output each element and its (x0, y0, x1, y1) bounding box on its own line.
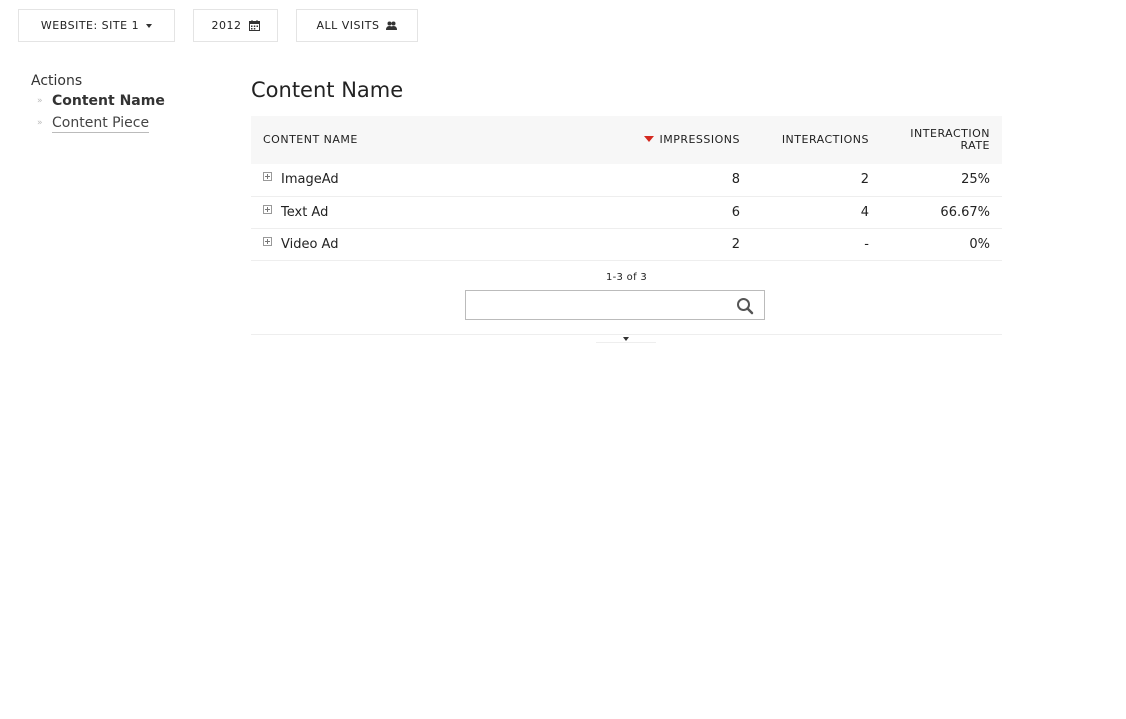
table-row[interactable]: Video Ad 2 - 0% (251, 228, 1002, 260)
column-header-impressions[interactable]: IMPRESSIONS (621, 116, 752, 164)
row-label-cell: ImageAd (251, 164, 621, 196)
column-header-content-name[interactable]: CONTENT NAME (251, 116, 621, 164)
chevron-down-icon (146, 23, 153, 28)
table-search (465, 290, 765, 320)
search-input[interactable] (466, 291, 726, 319)
impressions-cell: 2 (731, 236, 740, 252)
column-header-interactions[interactable]: INTERACTIONS (752, 116, 881, 164)
search-icon[interactable] (736, 297, 754, 315)
sidebar-item-content-piece[interactable]: » Content Piece (31, 112, 221, 134)
sidebar-title: Actions (31, 73, 83, 89)
chevron-right-icon: » (37, 96, 43, 106)
sort-desc-icon (644, 136, 655, 142)
table-row[interactable]: ImageAd 8 2 25% (251, 164, 1002, 196)
report-table-container: CONTENT NAME IMPRESSIONS INTERACTIONS IN… (251, 116, 1002, 261)
interactions-cell: 4 (860, 204, 869, 220)
column-header-interaction-rate[interactable]: INTERACTION RATE (881, 116, 1002, 164)
interaction-rate-cell: 66.67% (940, 204, 990, 220)
page-title: Content Name (251, 78, 404, 102)
column-header-label: IMPRESSIONS (659, 133, 740, 146)
sidebar-item-label: Content Name (52, 93, 165, 109)
sidebar-item-label: Content Piece (52, 115, 150, 133)
segment-selector-button[interactable]: ALL VISITS (296, 9, 418, 42)
date-selector-button[interactable]: 2012 (193, 9, 278, 42)
segment-selector-label: ALL VISITS (316, 19, 380, 32)
row-label: Video Ad (281, 236, 339, 252)
calendar-icon (248, 20, 260, 31)
sidebar: Actions » Content Name » Content Piece (31, 72, 221, 134)
impressions-cell: 8 (731, 172, 740, 188)
table-row[interactable]: Text Ad 6 4 66.67% (251, 196, 1002, 228)
expand-plus-icon[interactable] (263, 204, 272, 214)
footer-expand-toggle[interactable] (596, 335, 656, 343)
sidebar-item-content-name[interactable]: » Content Name (31, 90, 221, 112)
date-selector-label: 2012 (211, 19, 242, 32)
chevron-right-icon: » (37, 118, 43, 128)
interactions-cell: - (864, 236, 869, 252)
impressions-cell: 6 (731, 204, 740, 220)
interaction-rate-cell: 25% (961, 172, 990, 188)
expand-plus-icon[interactable] (263, 236, 272, 246)
row-label: Text Ad (281, 204, 329, 220)
site-selector-button[interactable]: WEBSITE: SITE 1 (18, 9, 175, 42)
users-icon (386, 21, 398, 30)
row-label-cell: Video Ad (251, 228, 621, 260)
interactions-cell: 2 (860, 172, 869, 188)
site-selector-label: WEBSITE: SITE 1 (40, 19, 140, 32)
report-table: CONTENT NAME IMPRESSIONS INTERACTIONS IN… (251, 116, 1002, 261)
interaction-rate-cell: 0% (969, 236, 990, 252)
row-label: ImageAd (281, 172, 339, 188)
table-header-row: CONTENT NAME IMPRESSIONS INTERACTIONS IN… (251, 116, 1002, 164)
expand-plus-icon[interactable] (263, 172, 272, 182)
row-label-cell: Text Ad (251, 196, 621, 228)
pagination-info: 1-3 of 3 (605, 272, 648, 283)
chevron-down-icon (623, 337, 629, 341)
